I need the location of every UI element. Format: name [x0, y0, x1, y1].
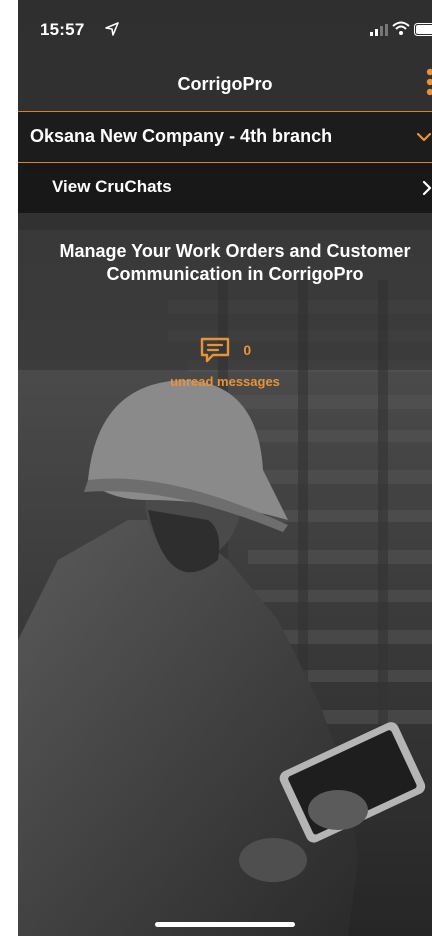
unread-messages-label: unread messages	[170, 374, 280, 389]
view-cruchats-label: View CruChats	[52, 177, 172, 196]
app-title: CorrigoPro	[177, 74, 273, 94]
home-indicator[interactable]	[155, 922, 295, 927]
company-name: Oksana New Company - 4th branch	[30, 126, 333, 146]
welcome-headline: Manage Your Work Orders and Customer Com…	[59, 241, 411, 284]
view-cruchats-row[interactable]: View CruChats	[18, 163, 432, 213]
wifi-icon	[392, 21, 410, 35]
app-screen: 15:57 CorrigoPro Oksana New Company - 4t…	[18, 0, 432, 936]
chevron-down-icon	[416, 132, 432, 142]
kebab-menu-icon[interactable]	[420, 66, 432, 100]
status-time: 15:57	[40, 20, 85, 39]
unread-count: 0	[243, 342, 252, 358]
unread-messages-indicator[interactable]: 0	[18, 336, 432, 364]
chat-bubble-icon	[200, 337, 230, 363]
app-bar: CorrigoPro	[18, 62, 432, 110]
location-arrow-icon	[105, 22, 119, 36]
company-selector[interactable]: Oksana New Company - 4th branch	[18, 111, 432, 163]
signal-icon	[370, 24, 388, 36]
chevron-right-icon	[422, 181, 432, 195]
battery-icon	[414, 23, 432, 36]
status-bar: 15:57	[18, 0, 432, 62]
